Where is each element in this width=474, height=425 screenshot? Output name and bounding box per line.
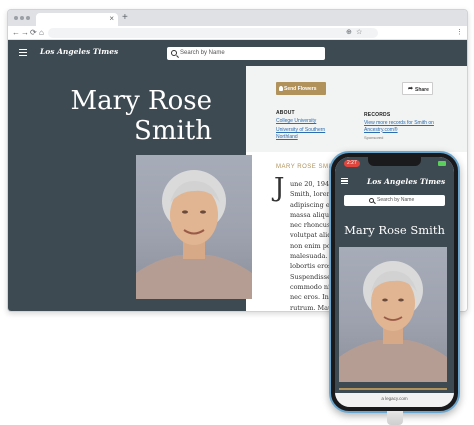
window-maximize-dot[interactable]: [26, 16, 30, 20]
send-flowers-button[interactable]: Send Flowers: [276, 82, 326, 95]
portrait-eye-right: [200, 210, 206, 214]
name-line-1: Mary Rose: [70, 86, 212, 116]
browser-tab[interactable]: ×: [36, 13, 118, 26]
portrait-shirt: [136, 255, 252, 299]
phone-url-bar[interactable]: a legacy.com: [335, 393, 454, 407]
battery-icon: [438, 161, 446, 166]
flower-icon: [279, 86, 283, 91]
about-link-college[interactable]: College University: [276, 118, 316, 125]
phone-notch: [368, 157, 421, 166]
search-icon: [171, 50, 177, 56]
phone-portrait-shirt: [339, 340, 447, 382]
hamburger-menu-icon[interactable]: [19, 49, 27, 56]
phone-search-placeholder: Search by Name: [377, 197, 415, 203]
forward-icon[interactable]: →: [21, 28, 29, 38]
menu-kebab-icon[interactable]: ⋮: [456, 28, 463, 38]
records-link[interactable]: View more records for Smith on Ancestry.…: [364, 120, 444, 133]
charging-cable: [387, 411, 403, 425]
drop-cap: J: [274, 173, 285, 203]
phone-search-icon: [369, 197, 374, 203]
portrait-illustration: [136, 170, 252, 299]
share-label: Share: [415, 86, 429, 93]
search-input[interactable]: Search by Name: [167, 47, 325, 60]
phone-portrait-photo: [339, 247, 447, 382]
records-heading: RECORDS: [364, 112, 391, 118]
phone-hamburger-icon[interactable]: [341, 178, 348, 184]
sponsored-label: Sponsored: [364, 135, 384, 140]
search-placeholder: Search by Name: [180, 49, 225, 56]
address-bar[interactable]: [48, 28, 378, 38]
browser-toolbar: ← → ⟳ ⌂ ⊕ ☆ ⋮: [8, 26, 467, 40]
phone-screen: 2:27 Los Angeles Times Search by Name Ma…: [335, 157, 454, 407]
actions-panel: Send Flowers ➦ Share ABOUT College Unive…: [246, 66, 467, 152]
extension-icon[interactable]: ⊕: [346, 28, 352, 38]
portrait-photo: [136, 155, 252, 299]
phone-gold-divider: [339, 388, 447, 390]
window-minimize-dot[interactable]: [20, 16, 24, 20]
phone-portrait-eye-right: [398, 298, 404, 302]
send-flowers-label: Send Flowers: [284, 86, 317, 92]
deceased-name: Mary Rose Smith: [71, 86, 212, 146]
phone-deceased-name: Mary Rose Smith: [344, 223, 445, 237]
share-icon: ➦: [408, 86, 414, 92]
name-line-2: Smith: [134, 116, 212, 146]
site-header: Los Angeles Times Search by Name: [8, 40, 467, 66]
phone-portrait-eye-left: [382, 298, 388, 302]
phone-portrait-illustration: [339, 261, 447, 382]
back-icon[interactable]: ←: [12, 28, 20, 38]
phone-time: 2:27: [344, 160, 360, 167]
tab-bar: × +: [8, 10, 467, 26]
stage: × + ← → ⟳ ⌂ ⊕ ☆ ⋮ Los Angeles Times Sear…: [0, 0, 474, 425]
reload-icon[interactable]: ⟳: [30, 28, 37, 38]
home-icon[interactable]: ⌂: [39, 28, 44, 38]
phone-site-logo[interactable]: Los Angeles Times: [367, 177, 445, 186]
phone-url: a legacy.com: [381, 396, 408, 401]
bookmark-star-icon[interactable]: ☆: [356, 28, 362, 38]
phone-site-header: Los Angeles Times: [335, 171, 454, 191]
share-button[interactable]: ➦ Share: [402, 82, 433, 95]
portrait-eye-left: [182, 210, 188, 214]
site-logo[interactable]: Los Angeles Times: [40, 47, 118, 56]
phone-search-input[interactable]: Search by Name: [344, 195, 445, 206]
window-close-dot[interactable]: [14, 16, 18, 20]
new-tab-icon[interactable]: +: [122, 13, 128, 23]
tab-close-icon[interactable]: ×: [109, 14, 114, 24]
about-link-university[interactable]: University of Southern Northland: [276, 127, 336, 140]
phone-frame: 2:27 Los Angeles Times Search by Name Ma…: [329, 151, 460, 413]
about-heading: ABOUT: [276, 110, 295, 116]
